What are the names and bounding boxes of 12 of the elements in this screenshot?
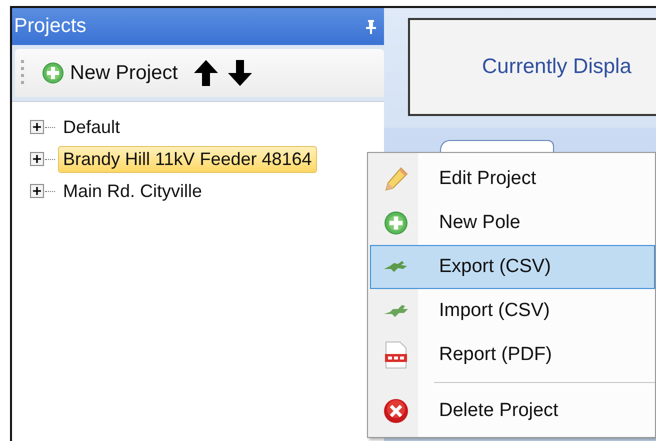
tree-item[interactable]: Main Rd. Cityville [58,178,208,204]
menu-item[interactable]: Import (CSV) [370,289,655,333]
new-project-button[interactable]: New Project [34,62,184,84]
tree-item[interactable]: Brandy Hill 11kV Feeder 48164 [58,146,317,172]
menu-item[interactable]: Edit Project [370,157,655,201]
panel-title: Projects [14,15,86,38]
tree-item[interactable]: Default [58,114,126,140]
menu-item[interactable]: Export (CSV) [370,245,655,289]
menu-item[interactable]: New Pole [370,201,655,245]
menu-item[interactable]: Delete Project [370,389,655,433]
menu-item[interactable]: Report (PDF) [370,333,655,377]
display-text: Currently Displa [482,55,632,79]
